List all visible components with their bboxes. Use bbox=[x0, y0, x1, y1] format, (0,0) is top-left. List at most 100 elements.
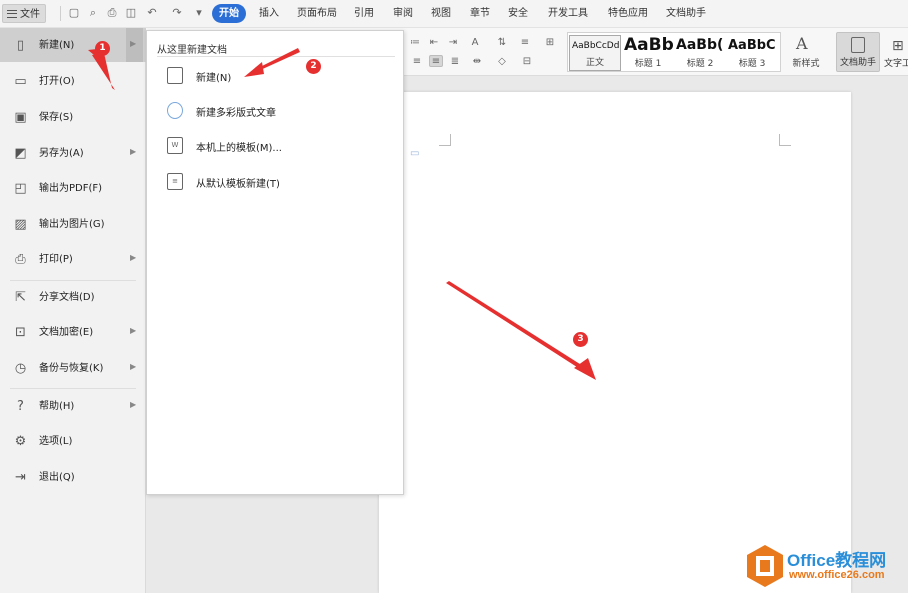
new-style-label: 新样式 bbox=[792, 59, 820, 69]
file-menu-item-options[interactable]: ⚙ 选项(L) bbox=[0, 424, 146, 458]
tab-special[interactable]: 特色应用 bbox=[608, 4, 648, 23]
tab-insert[interactable]: 插入 bbox=[259, 4, 279, 23]
file-menu-button[interactable]: 文件 bbox=[2, 4, 46, 23]
new-style-button[interactable]: A 新样式 bbox=[786, 32, 826, 72]
file-menu-item-open[interactable]: ▭ 打开(O) bbox=[0, 64, 146, 98]
print-icon: ⎙ bbox=[15, 252, 26, 267]
encrypt-icon: ⊡ bbox=[15, 325, 26, 340]
submenu-item-new-blank[interactable]: 新建(N) bbox=[157, 61, 395, 89]
doc-assistant-button[interactable]: 文档助手 bbox=[836, 32, 880, 72]
file-menu-item-share[interactable]: ⇱ 分享文档(D) bbox=[0, 280, 146, 314]
print-preview-icon[interactable]: ◫ bbox=[125, 7, 137, 19]
justify-icon[interactable]: ≣ bbox=[448, 56, 462, 68]
style-normal[interactable]: AaBbCcDd 正文 bbox=[569, 35, 621, 71]
annotation-badge-2: 2 bbox=[306, 59, 321, 74]
submenu-item-default-template[interactable]: ≡ 从默认模板新建(T) bbox=[157, 167, 395, 195]
style-label: 标题 2 bbox=[686, 59, 714, 69]
style-preview: AaBbC bbox=[728, 38, 776, 53]
align-center-icon[interactable]: ≡ bbox=[429, 55, 443, 67]
tab-page-layout[interactable]: 页面布局 bbox=[297, 4, 337, 23]
submenu-label: 新建多彩版式文章 bbox=[196, 108, 276, 119]
style-preview: AaBb( bbox=[676, 37, 724, 53]
tab-developer[interactable]: 开发工具 bbox=[548, 4, 588, 23]
tab-security[interactable]: 安全 bbox=[508, 4, 528, 23]
style-label: 正文 bbox=[585, 58, 604, 68]
submenu-label: 从默认模板新建(T) bbox=[196, 179, 280, 190]
increase-indent-icon[interactable]: ⇥ bbox=[446, 37, 460, 49]
style-label: 标题 1 bbox=[634, 59, 662, 69]
new-doc-icon: ▯ bbox=[16, 38, 25, 53]
tab-section[interactable]: 章节 bbox=[470, 4, 490, 23]
hamburger-icon bbox=[7, 10, 17, 18]
chevron-right-icon: ▶ bbox=[130, 326, 137, 335]
watermark: Office教程网 www.office26.com bbox=[745, 544, 905, 590]
tab-review[interactable]: 审阅 bbox=[393, 4, 413, 23]
distribute-icon[interactable]: ⇹ bbox=[470, 56, 484, 68]
annotation-badge-1: 1 bbox=[95, 41, 110, 56]
file-menu-label: 打印(P) bbox=[39, 254, 73, 265]
chinese-layout-icon[interactable]: A bbox=[468, 37, 482, 49]
save-icon[interactable]: ▢ bbox=[68, 7, 80, 19]
text-tool-button[interactable]: ⊞ 文字工 bbox=[882, 32, 908, 72]
style-heading-1[interactable]: AaBb 标题 1 bbox=[622, 35, 674, 71]
line-spacing-icon[interactable]: ≡ bbox=[518, 37, 532, 49]
save-icon: ▣ bbox=[14, 110, 27, 125]
text-tool-label: 文字工 bbox=[884, 59, 908, 69]
office-logo-icon bbox=[747, 545, 783, 587]
annotation-badge-3: 3 bbox=[573, 332, 588, 347]
submenu-item-new-colorful[interactable]: 新建多彩版式文章 bbox=[157, 96, 395, 124]
align-left-icon[interactable]: ≡ bbox=[410, 56, 424, 68]
file-menu-item-print[interactable]: ⎙ 打印(P) ▶ bbox=[0, 242, 146, 276]
decrease-indent-icon[interactable]: ⇤ bbox=[427, 37, 441, 49]
tab-doc-assistant[interactable]: 文档助手 bbox=[666, 4, 706, 23]
quick-access-dropdown-icon[interactable]: ▾ bbox=[193, 7, 205, 19]
style-gallery: AaBbCcDd 正文 AaBb 标题 1 AaBb( 标题 2 AaBbC 标… bbox=[567, 32, 781, 72]
shading-icon[interactable]: ◇ bbox=[495, 56, 509, 68]
bullet-list-icon[interactable]: ≔ bbox=[408, 37, 422, 49]
margin-corner-marker bbox=[439, 134, 451, 146]
file-menu-label: 打开(O) bbox=[39, 76, 75, 87]
file-menu-item-encrypt[interactable]: ⊡ 文档加密(E) ▶ bbox=[0, 315, 146, 349]
doc-assistant-label: 文档助手 bbox=[839, 58, 876, 68]
tab-view[interactable]: 视图 bbox=[431, 4, 451, 23]
file-menu-item-new[interactable]: ▯ 新建(N) ▶ bbox=[0, 28, 146, 62]
file-menu-item-help[interactable]: ? 帮助(H) ▶ bbox=[0, 389, 146, 423]
format-painter-icon[interactable]: ⌕ bbox=[87, 7, 99, 19]
image-icon: ▨ bbox=[14, 217, 27, 232]
file-menu-item-backup[interactable]: ◷ 备份与恢复(K) ▶ bbox=[0, 351, 146, 385]
margin-corner-marker bbox=[779, 134, 791, 146]
doc-assistant-icon bbox=[851, 37, 865, 53]
print-icon[interactable]: ⎙ bbox=[106, 7, 118, 19]
save-as-icon: ◩ bbox=[14, 146, 27, 161]
text-tool-icon: ⊞ bbox=[892, 38, 904, 54]
style-heading-2[interactable]: AaBb( 标题 2 bbox=[674, 35, 726, 71]
sort-icon[interactable]: ⇅ bbox=[495, 37, 509, 49]
file-menu-label: 帮助(H) bbox=[39, 401, 75, 412]
document-page[interactable] bbox=[379, 92, 851, 593]
file-menu-label: 另存为(A) bbox=[39, 148, 84, 159]
chevron-right-icon: ▶ bbox=[130, 39, 137, 48]
blank-doc-icon bbox=[167, 67, 183, 84]
file-menu-item-save-as[interactable]: ◩ 另存为(A) ▶ bbox=[0, 136, 146, 170]
file-menu-item-save[interactable]: ▣ 保存(S) bbox=[0, 100, 146, 134]
submenu-label: 本机上的模板(M)... bbox=[196, 143, 282, 154]
file-menu-label: 保存(S) bbox=[39, 112, 74, 123]
tab-references[interactable]: 引用 bbox=[354, 4, 374, 23]
file-menu-item-export-image[interactable]: ▨ 输出为图片(G) bbox=[0, 207, 146, 241]
style-heading-3[interactable]: AaBbC 标题 3 bbox=[726, 35, 778, 71]
chevron-right-icon: ▶ bbox=[130, 362, 137, 371]
tab-start[interactable]: 开始 bbox=[212, 4, 246, 23]
share-icon: ⇱ bbox=[15, 290, 26, 305]
border-icon[interactable]: ⊟ bbox=[520, 56, 534, 68]
table-icon[interactable]: ⊞ bbox=[543, 37, 557, 49]
submenu-item-local-template[interactable]: W 本机上的模板(M)... bbox=[157, 131, 395, 159]
chevron-right-icon: ▶ bbox=[130, 147, 137, 156]
file-menu-label: 新建(N) bbox=[39, 40, 75, 51]
folder-icon: ▭ bbox=[14, 74, 27, 89]
file-menu-label: 选项(L) bbox=[39, 436, 73, 447]
file-menu-item-exit[interactable]: ⇥ 退出(Q) bbox=[0, 460, 146, 494]
file-menu-item-export-pdf[interactable]: ◰ 输出为PDF(F) bbox=[0, 171, 146, 205]
undo-icon[interactable]: ↶ bbox=[146, 7, 158, 19]
style-preview: AaBbCcDd bbox=[572, 41, 620, 51]
redo-icon[interactable]: ↷ bbox=[171, 7, 183, 19]
